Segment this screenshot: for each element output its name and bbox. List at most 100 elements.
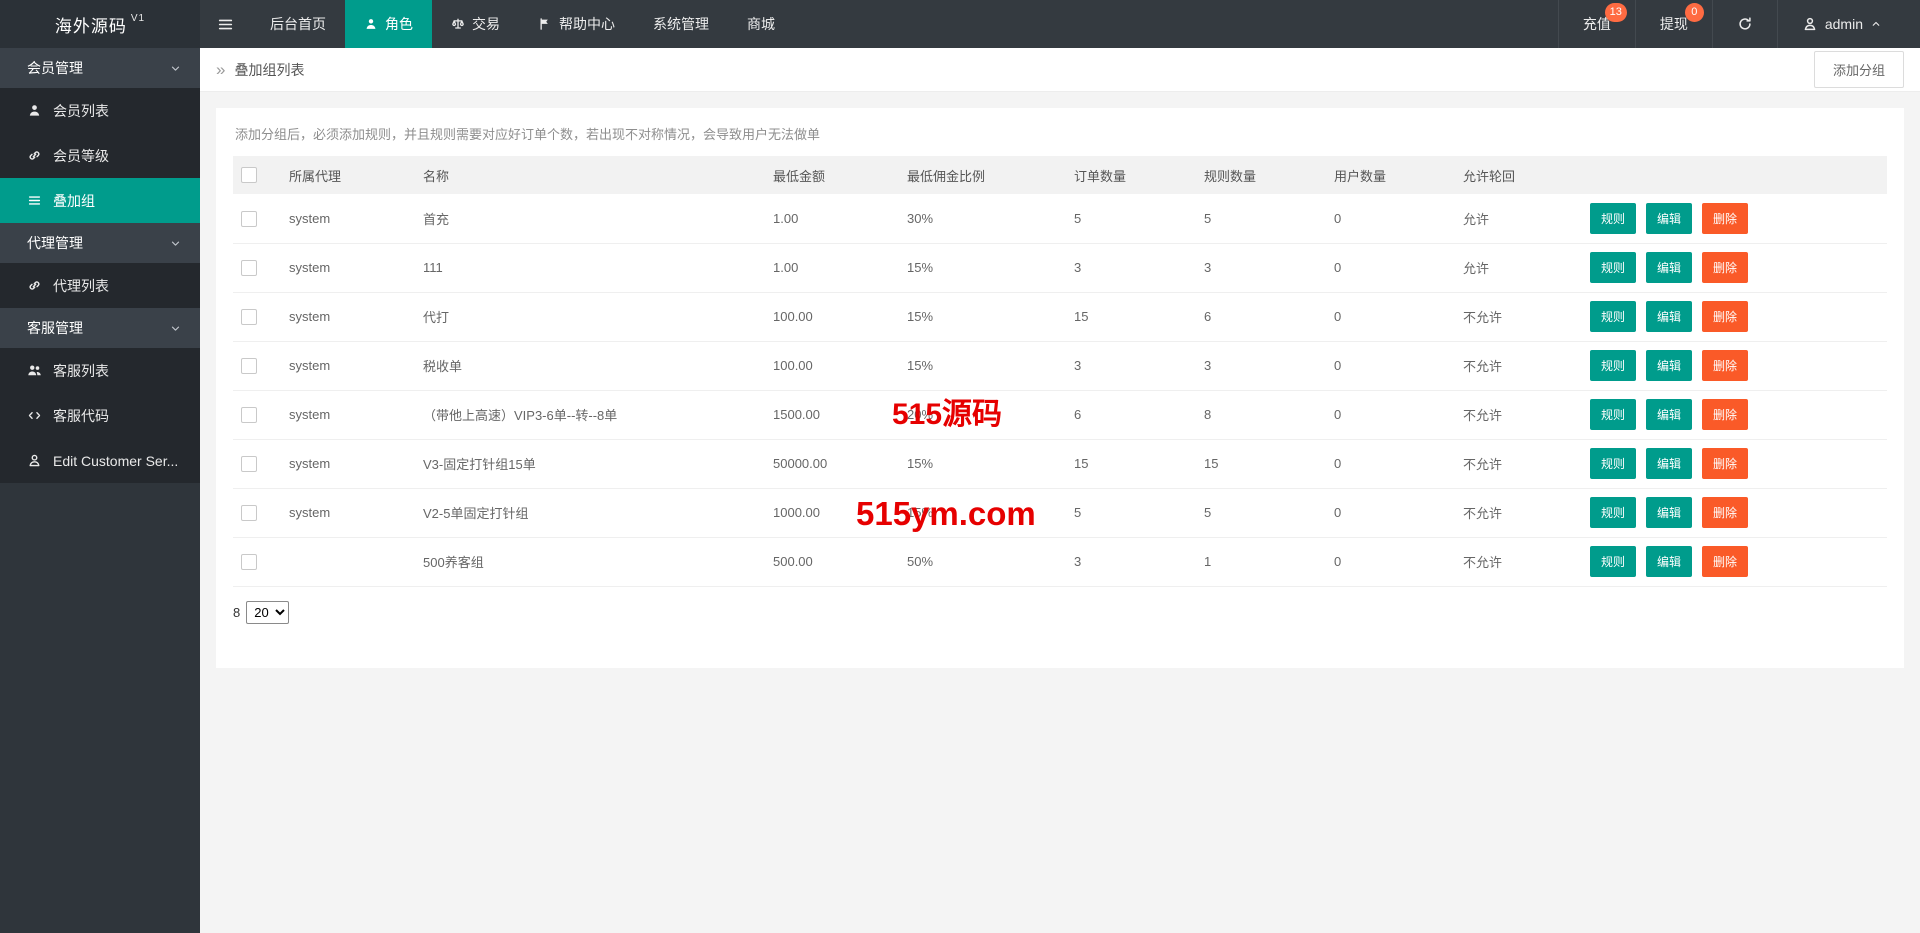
- nav-item-help-center[interactable]: 帮助中心: [519, 0, 634, 48]
- row-checkbox[interactable]: [241, 260, 257, 276]
- edit-button[interactable]: 编辑: [1646, 497, 1692, 528]
- table-cell: 0: [1326, 439, 1455, 488]
- edit-button[interactable]: 编辑: [1646, 399, 1692, 430]
- sidebar-item-member-manage[interactable]: 会员管理: [0, 48, 200, 88]
- table-cell: system: [281, 243, 415, 292]
- recharge-button[interactable]: 充值13: [1558, 0, 1635, 48]
- row-checkbox[interactable]: [241, 358, 257, 374]
- edit-button[interactable]: 编辑: [1646, 448, 1692, 479]
- flag-icon: [538, 17, 552, 31]
- breadcrumb-icon: »: [216, 61, 225, 78]
- delete-button[interactable]: 删除: [1702, 546, 1748, 577]
- user-menu-button[interactable]: admin: [1777, 0, 1906, 48]
- table-cell: 1: [1196, 537, 1326, 586]
- sidebar-item-service-list[interactable]: 客服列表: [0, 348, 200, 393]
- rule-button[interactable]: 规则: [1590, 546, 1636, 577]
- row-checkbox-cell: [233, 341, 281, 390]
- sidebar-item-service-code[interactable]: 客服代码: [0, 393, 200, 438]
- select-all-checkbox[interactable]: [241, 167, 257, 183]
- table-cell: 0: [1326, 194, 1455, 243]
- sidebar-item-service-manage[interactable]: 客服管理: [0, 308, 200, 348]
- rule-button[interactable]: 规则: [1590, 252, 1636, 283]
- table-row: system1111.0015%330允许规则编辑删除: [233, 243, 1887, 292]
- nav-item-label: admin: [1825, 16, 1863, 32]
- delete-button[interactable]: 删除: [1702, 252, 1748, 283]
- rule-button[interactable]: 规则: [1590, 301, 1636, 332]
- row-checkbox[interactable]: [241, 456, 257, 472]
- edit-button[interactable]: 编辑: [1646, 203, 1692, 234]
- sidebar-group-label: 会员管理: [27, 58, 169, 78]
- rule-button[interactable]: 规则: [1590, 399, 1636, 430]
- table-cell: 15: [1066, 439, 1196, 488]
- delete-button[interactable]: 删除: [1702, 203, 1748, 234]
- sidebar-item-stack-group[interactable]: 叠加组: [0, 178, 200, 223]
- notice-text: 添加分组后，必须添加规则，并且规则需要对应好订单个数，若出现不对称情况，会导致用…: [233, 108, 1887, 156]
- table-cell: system: [281, 390, 415, 439]
- table-cell: 500养客组: [415, 537, 765, 586]
- table-cell: system: [281, 194, 415, 243]
- row-checkbox-cell: [233, 292, 281, 341]
- row-checkbox[interactable]: [241, 554, 257, 570]
- table-cell: 代打: [415, 292, 765, 341]
- table-cell: 不允许: [1455, 439, 1582, 488]
- sidebar-item-member-level[interactable]: 会员等级: [0, 133, 200, 178]
- refresh-button[interactable]: [1712, 0, 1777, 48]
- nav-item-role[interactable]: 角色: [345, 0, 432, 48]
- table-cell: 不允许: [1455, 390, 1582, 439]
- sidebar-item-agent-list[interactable]: 代理列表: [0, 263, 200, 308]
- delete-button[interactable]: 删除: [1702, 448, 1748, 479]
- nav-item-system-manage[interactable]: 系统管理: [634, 0, 728, 48]
- withdraw-button[interactable]: 提现0: [1635, 0, 1712, 48]
- table-cell: 允许: [1455, 194, 1582, 243]
- row-checkbox[interactable]: [241, 309, 257, 325]
- table-cell: 100.00: [765, 341, 899, 390]
- table-row: 500养客组500.0050%310不允许规则编辑删除: [233, 537, 1887, 586]
- sidebar-item-edit-customer-service[interactable]: Edit Customer Ser...: [0, 438, 200, 483]
- table-cell: 不允许: [1455, 537, 1582, 586]
- table-cell: system: [281, 292, 415, 341]
- table-cell: 100.00: [765, 292, 899, 341]
- nav-item-label: 商城: [747, 14, 775, 34]
- table-cell: 不允许: [1455, 292, 1582, 341]
- row-actions-cell: 规则编辑删除: [1582, 243, 1887, 292]
- nav-item-label: 系统管理: [653, 14, 709, 34]
- table-header-row: 所属代理名称最低金额最低佣金比例订单数量规则数量用户数量允许轮回: [233, 156, 1887, 194]
- nav-item-mall[interactable]: 商城: [728, 0, 794, 48]
- rule-button[interactable]: 规则: [1590, 203, 1636, 234]
- nav-item-home[interactable]: 后台首页: [251, 0, 345, 48]
- rule-button[interactable]: 规则: [1590, 497, 1636, 528]
- user-icon: [27, 103, 42, 118]
- main-content: » 叠加组列表 添加分组 添加分组后，必须添加规则，并且规则需要对应好订单个数，…: [200, 48, 1920, 933]
- edit-button[interactable]: 编辑: [1646, 546, 1692, 577]
- table-cell: 0: [1326, 243, 1455, 292]
- sidebar-toggle-button[interactable]: [200, 0, 251, 48]
- user-icon: [364, 17, 378, 31]
- delete-button[interactable]: 删除: [1702, 350, 1748, 381]
- table-cell: system: [281, 439, 415, 488]
- add-group-button[interactable]: 添加分组: [1814, 51, 1904, 88]
- table-cell: 15%: [899, 243, 1066, 292]
- row-checkbox[interactable]: [241, 407, 257, 423]
- table-cell: V2-5单固定打针组: [415, 488, 765, 537]
- table-cell: 500.00: [765, 537, 899, 586]
- table-cell: 0: [1326, 488, 1455, 537]
- chevron-down-icon: [169, 322, 182, 335]
- nav-item-trade[interactable]: 交易: [432, 0, 519, 48]
- rule-button[interactable]: 规则: [1590, 448, 1636, 479]
- table-cell: 允许: [1455, 243, 1582, 292]
- page-size-select[interactable]: 20: [246, 601, 289, 624]
- users-icon: [27, 363, 42, 378]
- edit-button[interactable]: 编辑: [1646, 350, 1692, 381]
- delete-button[interactable]: 删除: [1702, 497, 1748, 528]
- edit-button[interactable]: 编辑: [1646, 301, 1692, 332]
- row-checkbox[interactable]: [241, 211, 257, 227]
- delete-button[interactable]: 删除: [1702, 301, 1748, 332]
- column-header: 订单数量: [1066, 156, 1196, 194]
- sidebar-item-member-list[interactable]: 会员列表: [0, 88, 200, 133]
- edit-button[interactable]: 编辑: [1646, 252, 1692, 283]
- table-cell: 15: [1196, 439, 1326, 488]
- delete-button[interactable]: 删除: [1702, 399, 1748, 430]
- sidebar-item-agent-manage[interactable]: 代理管理: [0, 223, 200, 263]
- row-checkbox[interactable]: [241, 505, 257, 521]
- rule-button[interactable]: 规则: [1590, 350, 1636, 381]
